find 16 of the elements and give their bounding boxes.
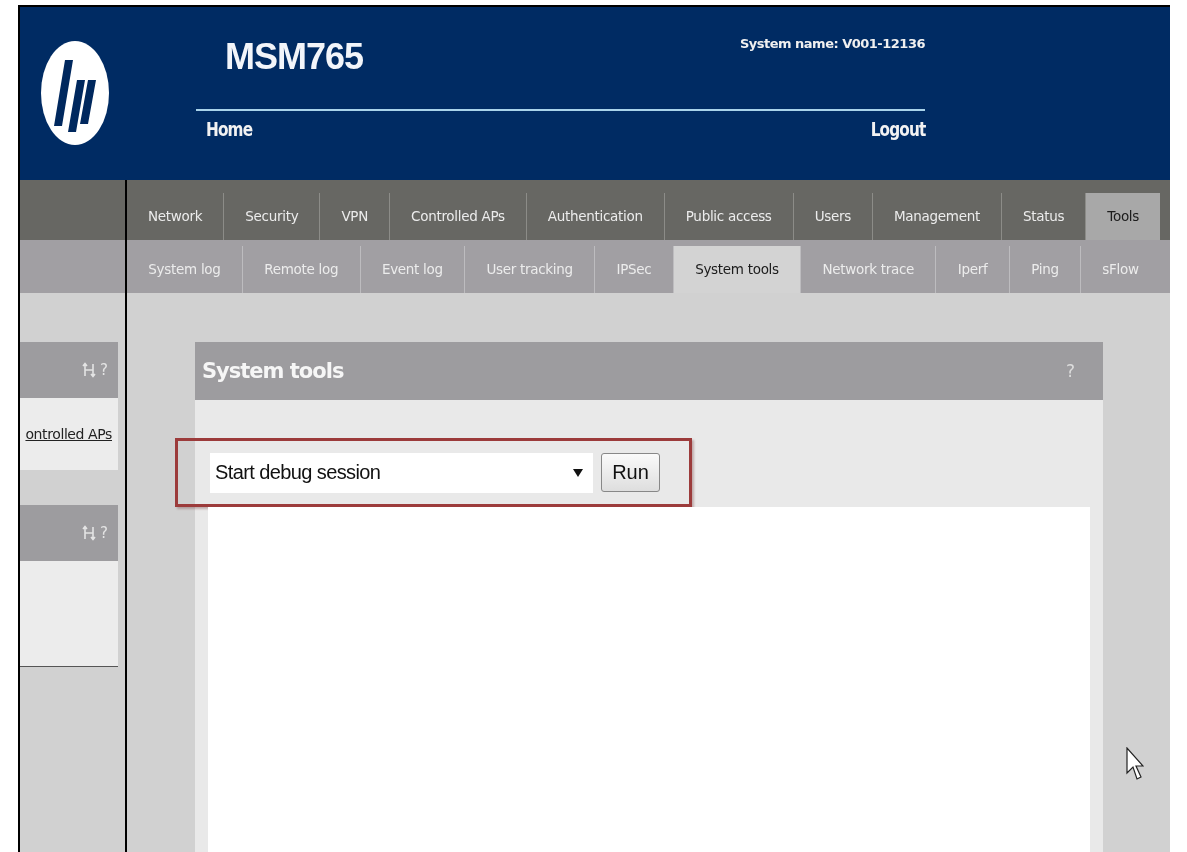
link[interactable]: ontrolled APs xyxy=(25,426,112,442)
mouse-pointer-icon xyxy=(1126,747,1144,781)
sync-icon xyxy=(82,362,97,378)
app-title: MSM765 xyxy=(225,36,364,78)
run-button[interactable]: Run xyxy=(601,453,660,492)
header-link[interactable]: Home xyxy=(206,117,253,141)
nav-tab[interactable]: System tools xyxy=(672,246,801,293)
system-name: System name: V001-12136 xyxy=(739,36,925,51)
header-link[interactable]: Logout xyxy=(870,117,925,141)
nav-tab[interactable]: Tools xyxy=(1085,193,1161,240)
dropdown-caret-icon xyxy=(573,468,583,477)
panel-title: System tools xyxy=(202,359,344,383)
tool-dropdown[interactable]: Start debug session xyxy=(210,452,593,493)
sync-icon xyxy=(82,525,97,541)
nav-tab[interactable]: Network xyxy=(127,193,224,240)
logo-icon xyxy=(40,40,110,146)
